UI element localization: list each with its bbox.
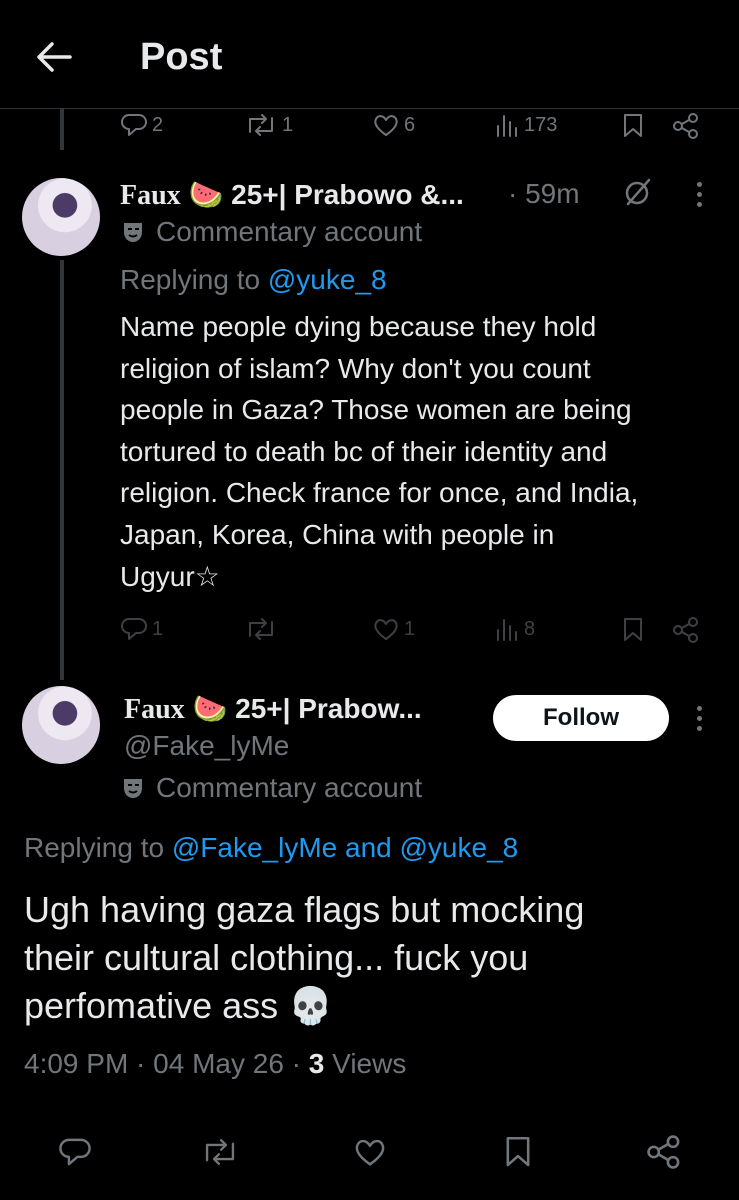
bookmark-icon[interactable] [622,112,644,138]
repost-count: 1 [282,113,294,136]
like-count: 6 [404,113,416,136]
repost-button[interactable] [244,616,278,642]
mention-links[interactable]: @Fake_lyMe and @yuke_8 [172,832,518,863]
share-icon[interactable] [672,112,700,140]
share-icon[interactable] [646,1134,682,1170]
reply-count: 2 [152,113,164,136]
views-button[interactable]: 8 [494,616,535,642]
user-handle[interactable]: @Fake_lyMe [124,730,289,762]
reply-count: 1 [152,617,164,640]
masks-icon [124,223,142,242]
account-badge: Commentary account [120,216,422,248]
reply-button[interactable]: 1 [120,616,163,642]
like-button[interactable]: 1 [372,616,415,642]
heart-icon[interactable] [352,1136,388,1168]
text-line: perfomative ass 💀 [24,985,333,1026]
text-line: religion of islam? Why don't you count [120,352,591,384]
more-options-icon[interactable] [697,182,702,207]
views-label: Views [324,1048,407,1079]
repost-icon [249,618,273,640]
badge-label: Commentary account [156,216,423,247]
tweet-time: · 59m [508,178,580,209]
heart-icon [374,619,398,640]
reply-icon [121,618,147,640]
text-line: Japan, Korea, China with people in [120,518,555,550]
text-line: people in Gaza? Those women are being [120,394,632,426]
display-name-first: Faux [120,180,181,211]
reply-icon[interactable] [58,1136,92,1168]
more-options-icon[interactable] [697,706,702,731]
account-badge: Commentary account [120,772,422,804]
display-name[interactable]: Faux 🍉 25+| Prabow... [124,692,422,726]
display-name-rest: 25+| Prabowo &... [231,179,464,210]
page-title: Post [140,36,223,78]
follow-button[interactable]: Follow [493,695,669,741]
views-button[interactable]: 173 [494,112,557,138]
main-tweet-text: Ugh having gaza flags but mocking their … [24,886,724,1030]
display-name-first: Faux [124,694,185,725]
back-arrow-icon[interactable] [34,40,74,74]
text-line: religion. Check france for once, and Ind… [120,477,639,509]
text-line: Ugyur☆ [120,560,220,592]
thread-connector [60,108,64,150]
reply-icon [121,114,147,136]
thread-connector [60,260,64,680]
like-button[interactable]: 6 [372,112,415,138]
text-line: Ugh having gaza flags but mocking [24,889,585,930]
top-bar [0,0,739,109]
repost-icon[interactable] [200,1136,240,1168]
masks-icon [124,779,142,798]
avatar[interactable] [22,686,100,764]
repost-icon [249,114,273,136]
view-count: 8 [524,617,536,640]
tweet-meta: 4:09 PM · 04 May 26 · 3 Views [24,1048,406,1080]
mention-link[interactable]: @yuke_8 [268,264,387,295]
views-number: 3 [308,1048,325,1079]
watermelon-emoji: 🍉 [188,179,224,210]
replying-to-label: Replying to [120,264,268,295]
display-name-rest: 25+| Prabow... [235,693,422,724]
bookmark-icon[interactable] [622,616,644,642]
reply-button[interactable]: 2 [120,112,163,138]
repost-button[interactable]: 1 [244,112,293,138]
replying-to: Replying to @yuke_8 [120,264,387,296]
avatar[interactable] [22,178,100,256]
watermelon-emoji: 🍉 [192,693,228,724]
replying-to: Replying to @Fake_lyMe and @yuke_8 [24,832,518,864]
text-line: Name people dying because they hold [120,311,597,342]
share-icon[interactable] [672,616,700,644]
bookmark-icon[interactable] [504,1134,532,1168]
grok-icon[interactable] [622,176,654,208]
display-name[interactable]: Faux 🍉 25+| Prabowo &... [120,178,464,212]
badge-label: Commentary account [156,772,423,803]
analytics-icon [497,115,517,137]
analytics-icon [497,619,517,641]
text-line: tortured to death bc of their identity a… [120,435,608,467]
reply-tweet-text: Name people dying because they hold reli… [120,306,730,597]
heart-icon [374,115,398,136]
view-count: 173 [524,113,558,136]
like-count: 1 [404,617,416,640]
timestamp: 4:09 PM · 04 May 26 · [24,1048,309,1079]
text-line: their cultural clothing... fuck you [24,937,529,978]
replying-to-label: Replying to [24,832,172,863]
